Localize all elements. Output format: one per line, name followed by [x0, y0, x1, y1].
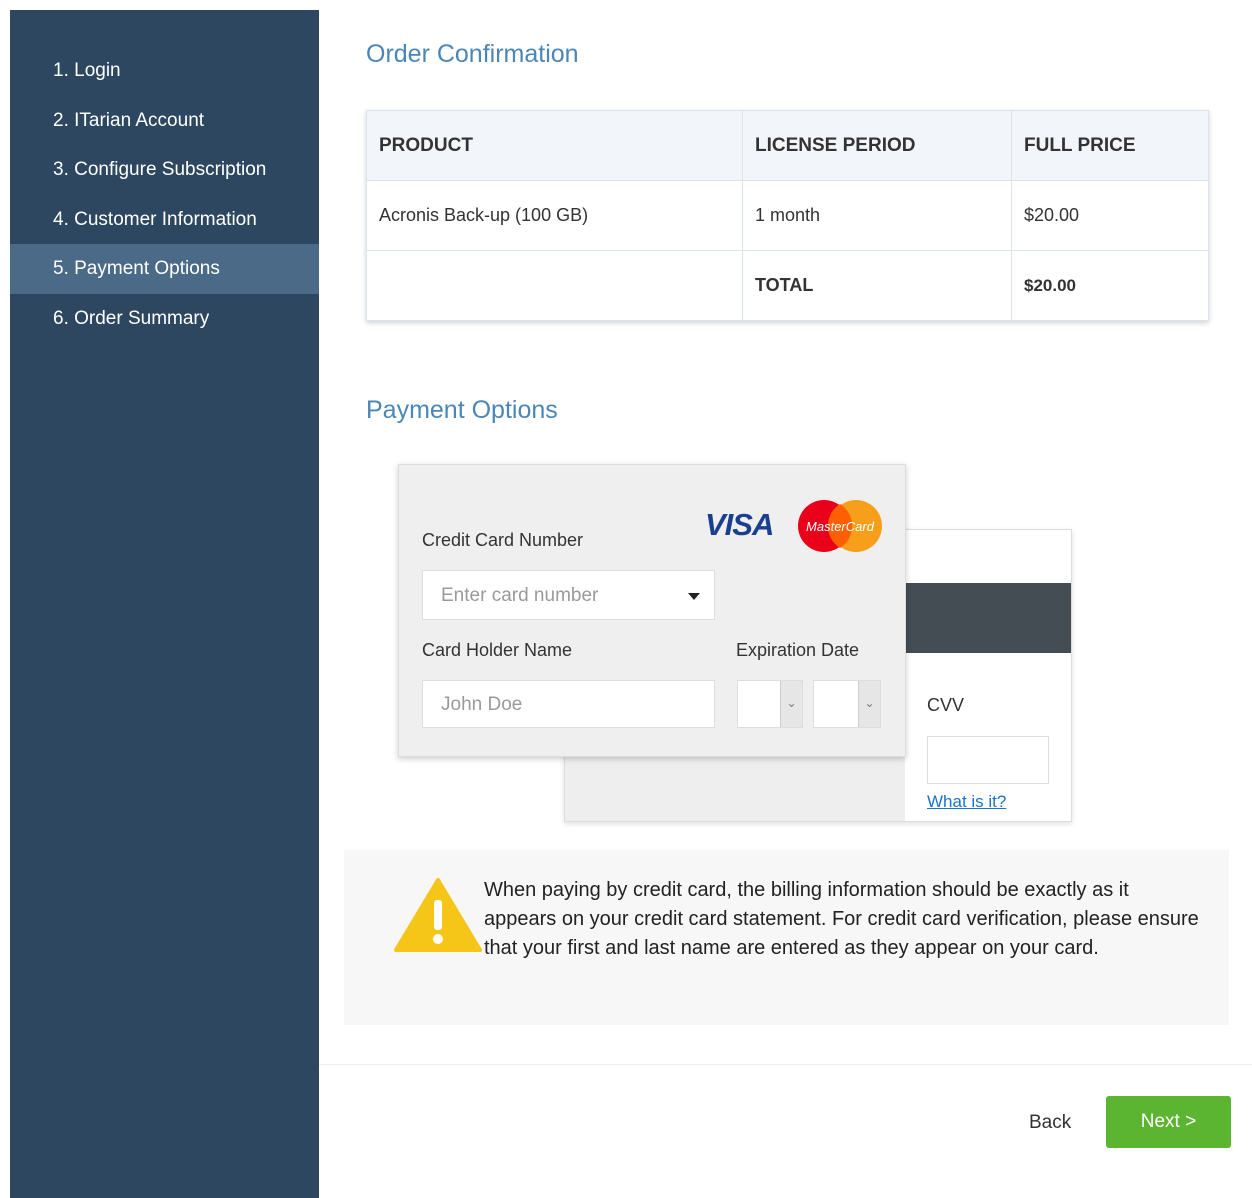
cvv-input[interactable]	[927, 736, 1049, 784]
sidebar-item-payment-options[interactable]: 5. Payment Options	[10, 244, 319, 294]
payment-options-title: Payment Options	[366, 396, 558, 424]
expiration-label: Expiration Date	[736, 640, 860, 660]
visa-logo: VISA	[705, 507, 774, 542]
sidebar-item-customer-information[interactable]: 4. Customer Information	[10, 195, 319, 245]
back-button[interactable]: Back	[1029, 1112, 1071, 1134]
chevron-down-icon: ⌄	[780, 681, 802, 727]
expiration-month-select[interactable]: ⌄	[737, 680, 803, 728]
chevron-down-icon: ⌄	[858, 681, 880, 727]
cell-empty	[366, 250, 743, 321]
card-back-top	[905, 530, 1071, 583]
main-content: Order Confirmation PRODUCT LICENSE PERIO…	[319, 10, 1252, 1198]
warning-text: When paying by credit card, the billing …	[484, 879, 1199, 959]
header-license-period: LICENSE PERIOD	[742, 110, 1012, 181]
cell-product: Acronis Back-up (100 GB)	[366, 180, 743, 251]
warning-icon	[394, 878, 482, 952]
cvv-label: CVV	[927, 695, 965, 715]
sidebar-item-configure-subscription[interactable]: 3. Configure Subscription	[10, 145, 319, 195]
sidebar-item-login[interactable]: 1. Login	[10, 46, 319, 96]
order-table: PRODUCT LICENSE PERIOD FULL PRICE Acroni…	[366, 110, 1209, 321]
mastercard-text: MasterCard	[806, 519, 875, 534]
card-number-label: Credit Card Number	[422, 530, 584, 550]
card-front: VISA MasterCard Credit Card Number Enter…	[398, 464, 906, 757]
expiration-year-select[interactable]: ⌄	[813, 680, 881, 728]
card-holder-label: Card Holder Name	[422, 640, 573, 660]
chevron-down-icon	[688, 593, 700, 600]
cell-license-period: 1 month	[742, 180, 1012, 251]
total-label: TOTAL	[742, 250, 1012, 321]
header-full-price: FULL PRICE	[1011, 110, 1209, 181]
warning-box: When paying by credit card, the billing …	[344, 850, 1229, 1025]
card-number-placeholder: Enter card number	[441, 585, 599, 606]
card-holder-input[interactable]: John Doe	[422, 680, 715, 728]
sidebar-item-order-summary[interactable]: 6. Order Summary	[10, 294, 319, 344]
header-product: PRODUCT	[366, 110, 743, 181]
card-number-select[interactable]: Enter card number	[422, 570, 715, 620]
sidebar-item-itarian-account[interactable]: 2. ITarian Account	[10, 96, 319, 146]
card-holder-placeholder: John Doe	[441, 694, 523, 715]
table-total-row: TOTAL $20.00	[366, 250, 1209, 321]
what-is-it-link[interactable]: What is it?	[927, 792, 1006, 812]
footer-divider	[319, 1064, 1252, 1065]
total-value: $20.00	[1011, 250, 1209, 321]
table-header-row: PRODUCT LICENSE PERIOD FULL PRICE	[366, 110, 1209, 181]
table-row: Acronis Back-up (100 GB) 1 month $20.00	[366, 180, 1209, 251]
next-button[interactable]: Next >	[1106, 1096, 1231, 1148]
cell-full-price: $20.00	[1011, 180, 1209, 251]
order-confirmation-title: Order Confirmation	[366, 40, 579, 68]
sidebar-nav: 1. Login 2. ITarian Account 3. Configure…	[10, 10, 319, 1198]
mastercard-logo: MasterCard	[798, 500, 882, 552]
